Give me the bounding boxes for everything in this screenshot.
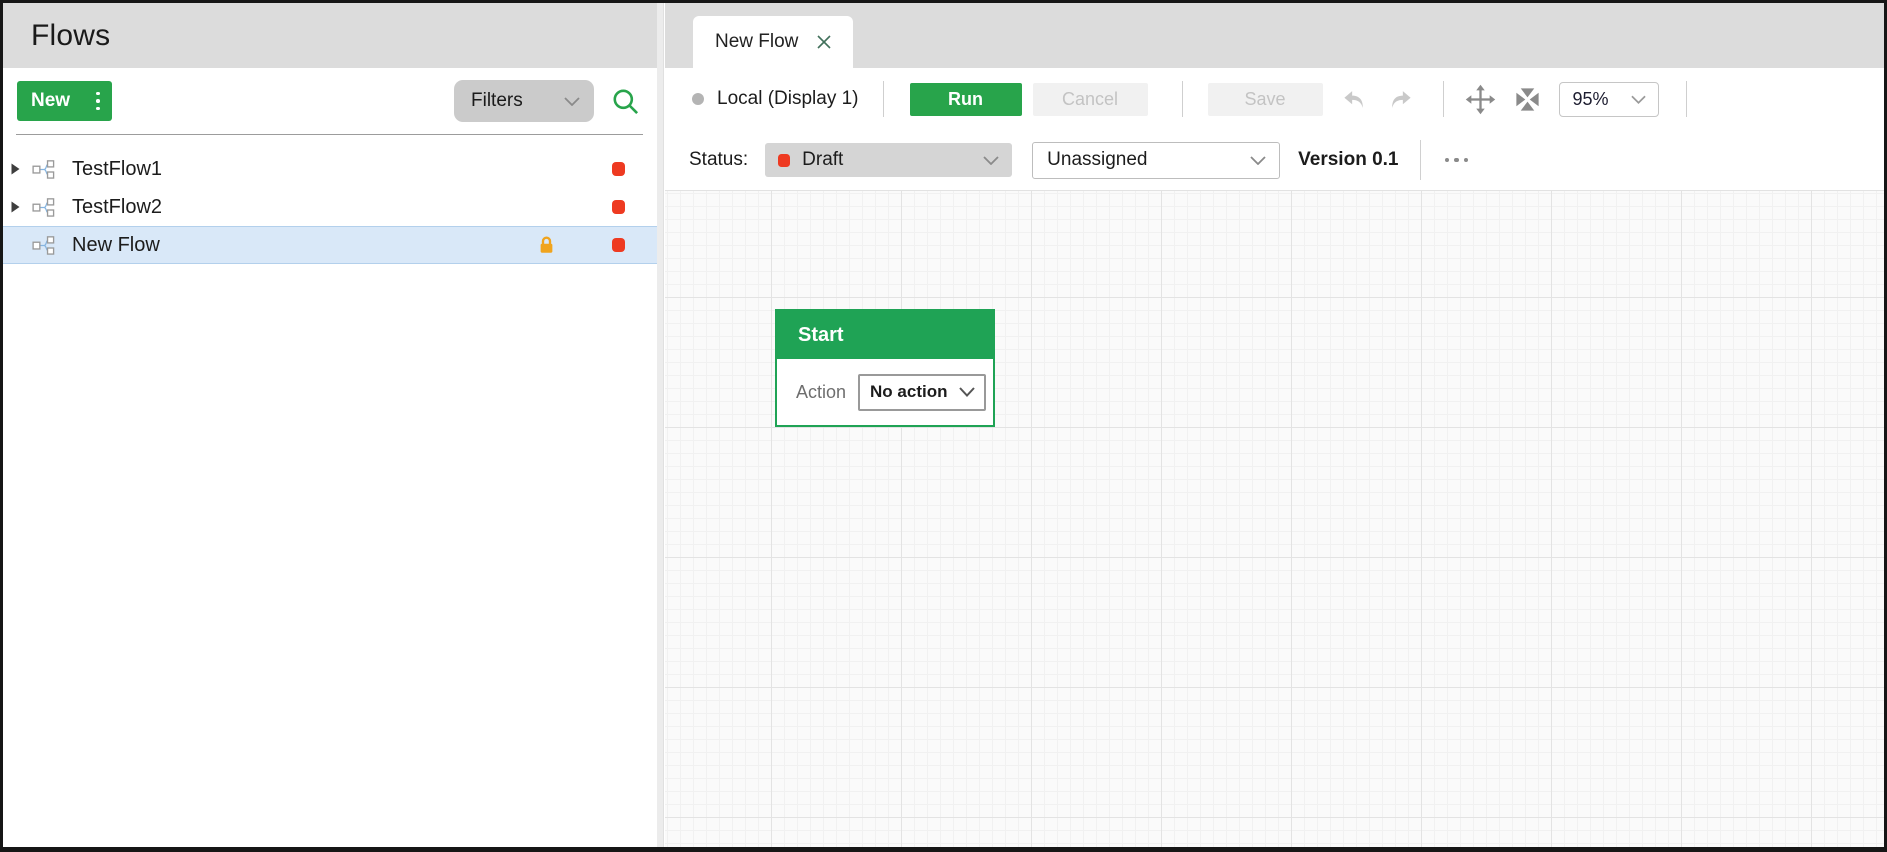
- sidebar-header: Flows: [3, 3, 657, 68]
- statusbar-divider: [1419, 140, 1421, 180]
- runtime-target-label: Local (Display 1): [717, 88, 859, 109]
- chevron-down-icon: [1250, 155, 1266, 165]
- start-node-title: Start: [777, 311, 993, 359]
- flow-icon: [31, 195, 56, 220]
- flow-icon: [31, 157, 56, 182]
- flow-name: New Flow: [72, 233, 160, 256]
- status-value: Draft: [802, 149, 844, 170]
- new-button-menu-icon[interactable]: [84, 91, 112, 111]
- filters-label: Filters: [471, 90, 523, 111]
- toolbar-divider: [882, 81, 884, 117]
- flow-list-item-testflow1[interactable]: TestFlow1: [3, 150, 657, 188]
- flow-canvas[interactable]: Start Action No action: [665, 190, 1884, 847]
- app-window: Flows New Filters TestFlow1 TestFlow2 Ne…: [0, 0, 1887, 852]
- tab-bar: New Flow: [665, 3, 1884, 68]
- editor-panel: New Flow Local (Display 1) Run Cancel Sa…: [665, 3, 1884, 847]
- flow-status-square-icon: [612, 238, 625, 252]
- zoom-level-value: 95%: [1572, 88, 1609, 109]
- action-field-label: Action: [796, 381, 847, 402]
- status-dropdown[interactable]: Draft: [765, 143, 1013, 177]
- flow-list-item-testflow2[interactable]: TestFlow2: [3, 188, 657, 226]
- action-dropdown[interactable]: No action: [858, 373, 987, 411]
- run-button[interactable]: Run: [909, 82, 1022, 116]
- chevron-down-icon: [564, 96, 580, 106]
- expand-caret-icon[interactable]: [11, 201, 23, 213]
- page-title: Flows: [31, 18, 111, 52]
- flow-icon: [31, 233, 56, 258]
- start-node[interactable]: Start Action No action: [775, 309, 995, 427]
- flow-list-item-new-flow[interactable]: New Flow: [3, 226, 657, 264]
- lock-icon: [536, 234, 557, 256]
- cancel-button[interactable]: Cancel: [1032, 82, 1148, 116]
- action-value: No action: [870, 382, 948, 401]
- flow-status-square-icon: [612, 162, 625, 176]
- tab-new-flow[interactable]: New Flow: [693, 16, 853, 68]
- save-button[interactable]: Save: [1207, 82, 1323, 116]
- zoom-level-dropdown[interactable]: 95%: [1558, 81, 1659, 117]
- start-node-body: Action No action: [777, 359, 993, 425]
- assignee-dropdown[interactable]: Unassigned: [1032, 141, 1281, 179]
- flow-status-bar: Status: Draft Unassigned Version 0.1: [665, 130, 1884, 190]
- flow-name: TestFlow2: [72, 195, 163, 218]
- sidebar-toolbar: New Filters: [3, 68, 657, 134]
- undo-icon[interactable]: [1340, 86, 1367, 113]
- tab-label: New Flow: [715, 31, 799, 52]
- redo-icon[interactable]: [1388, 86, 1415, 113]
- new-button-label: New: [31, 90, 71, 111]
- filters-dropdown[interactable]: Filters: [454, 80, 594, 122]
- sidebar-resize-divider[interactable]: [657, 3, 664, 847]
- sidebar-toolbar-right: Filters: [454, 80, 642, 122]
- new-flow-button[interactable]: New: [17, 81, 112, 121]
- chevron-down-icon: [1630, 95, 1646, 104]
- close-tab-icon[interactable]: [816, 34, 832, 50]
- search-icon[interactable]: [608, 84, 642, 118]
- chevron-down-icon: [959, 387, 975, 397]
- flow-list: TestFlow1 TestFlow2 New Flow: [3, 135, 657, 264]
- assignee-value: Unassigned: [1047, 149, 1148, 170]
- fit-to-screen-icon[interactable]: [1513, 85, 1542, 114]
- version-label: Version 0.1: [1298, 149, 1399, 170]
- runtime-status-dot-icon: [692, 93, 704, 105]
- flows-sidebar: Flows New Filters TestFlow1 TestFlow2 Ne…: [3, 3, 657, 847]
- toolbar-divider: [1442, 81, 1444, 117]
- draft-status-square-icon: [778, 153, 791, 167]
- editor-toolbar: Local (Display 1) Run Cancel Save 95%: [665, 68, 1884, 130]
- flow-name: TestFlow1: [72, 157, 163, 180]
- toolbar-divider: [1181, 81, 1183, 117]
- expand-caret-icon[interactable]: [11, 163, 23, 175]
- toolbar-divider: [1685, 81, 1687, 117]
- flow-status-square-icon: [612, 200, 625, 214]
- chevron-down-icon: [983, 155, 999, 165]
- pan-move-icon[interactable]: [1465, 84, 1496, 115]
- status-label: Status:: [689, 149, 749, 170]
- more-options-icon[interactable]: [1441, 150, 1473, 171]
